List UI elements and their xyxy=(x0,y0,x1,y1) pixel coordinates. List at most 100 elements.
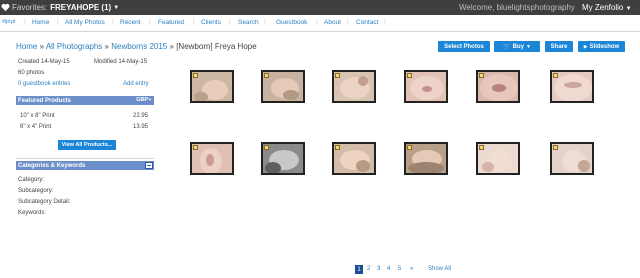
selection-icon[interactable] xyxy=(479,73,484,78)
categories-header: Categories & Keywords xyxy=(16,161,154,170)
nav-divider: | xyxy=(316,18,318,25)
share-label: Share xyxy=(550,43,568,50)
breadcrumb-separator: » xyxy=(39,42,45,51)
subcategory-detail-label: Subcategory Detail: xyxy=(18,199,71,205)
photo-thumbnail[interactable] xyxy=(404,70,448,103)
nav-divider: | xyxy=(57,18,59,25)
currency-label: GBP xyxy=(136,97,149,103)
select-photos-label: Select Photos xyxy=(444,43,484,50)
breadcrumb: Home » All Photographs » Newborns 2015 »… xyxy=(16,42,257,51)
selection-icon[interactable] xyxy=(335,145,340,150)
breadcrumb-separator: » xyxy=(169,42,174,51)
site-logo[interactable]: #lpl.pt xyxy=(2,19,15,25)
page-link[interactable]: 2 xyxy=(367,266,370,272)
page-link-current[interactable]: 1 xyxy=(355,265,363,274)
divider xyxy=(16,158,154,159)
photo-thumbnail[interactable] xyxy=(332,70,376,103)
breadcrumb-home[interactable]: Home xyxy=(16,42,37,51)
chevron-down-icon: ▼ xyxy=(525,43,531,50)
selection-icon[interactable] xyxy=(193,73,198,78)
nav-divider: | xyxy=(112,18,114,25)
collapse-icon[interactable] xyxy=(145,162,153,169)
selection-icon[interactable] xyxy=(193,145,198,150)
add-entry-link[interactable]: Add entry xyxy=(123,81,149,87)
buy-label: Buy xyxy=(512,43,524,50)
chevron-down-icon[interactable]: ▼ xyxy=(113,5,119,11)
buy-button[interactable]: 🛒 Buy ▼ xyxy=(494,41,540,52)
nav-divider: | xyxy=(193,18,195,25)
nav-guestbook[interactable]: Guestbook xyxy=(276,19,307,26)
my-zenfolio-label: My Zenfolio xyxy=(582,3,624,12)
selection-icon[interactable] xyxy=(264,73,269,78)
currency-selector[interactable]: GBP▼ xyxy=(136,97,152,103)
show-all-link[interactable]: Show All xyxy=(428,266,451,272)
nav-home[interactable]: Home xyxy=(32,19,49,26)
product-price: 22.95 xyxy=(133,113,149,119)
selection-icon[interactable] xyxy=(553,145,558,150)
keywords-label: Keywords: xyxy=(18,210,47,216)
photo-count: 60 photos xyxy=(18,70,45,76)
next-page-link[interactable]: » xyxy=(410,266,413,272)
selection-icon[interactable] xyxy=(553,73,558,78)
nav-contact[interactable]: Contact xyxy=(356,19,378,26)
selection-icon[interactable] xyxy=(264,145,269,150)
nav-divider: | xyxy=(264,18,266,25)
nav-recent[interactable]: Recent xyxy=(120,19,141,26)
breadcrumb-separator: » xyxy=(104,42,109,51)
share-button[interactable]: Share xyxy=(545,41,573,52)
main-nav: #lpl.pt | Home | All My Photos | Recent … xyxy=(0,15,640,32)
photo-thumbnail[interactable] xyxy=(261,70,305,103)
nav-divider: | xyxy=(229,18,231,25)
selection-icon[interactable] xyxy=(479,145,484,150)
nav-about[interactable]: About xyxy=(324,19,341,26)
favorites-label: Favorites: xyxy=(12,3,48,12)
breadcrumb-all-photographs[interactable]: All Photographs xyxy=(46,42,102,51)
page-link[interactable]: 3 xyxy=(377,266,380,272)
chevron-down-icon: ▼ xyxy=(625,6,632,12)
select-photos-button[interactable]: Select Photos xyxy=(438,41,490,52)
nav-divider: | xyxy=(347,18,349,25)
photo-thumbnail[interactable] xyxy=(476,70,520,103)
featured-products-title: Featured Products xyxy=(18,97,72,104)
slideshow-button[interactable]: ▶ Slideshow xyxy=(578,41,625,52)
heart-icon[interactable] xyxy=(1,3,10,12)
photo-thumbnail[interactable] xyxy=(476,142,520,175)
photo-thumbnail[interactable] xyxy=(550,70,594,103)
page-title: [Newborn] Freya Hope xyxy=(176,42,257,51)
view-all-products-button[interactable]: View All Products... xyxy=(58,140,116,150)
nav-divider: | xyxy=(149,18,151,25)
photo-thumbnail[interactable] xyxy=(190,142,234,175)
play-icon: ▶ xyxy=(583,43,588,50)
selection-icon[interactable] xyxy=(335,73,340,78)
product-name[interactable]: 10" x 8" Print xyxy=(20,113,55,119)
nav-divider: | xyxy=(384,18,386,25)
modified-date: Modified 14-May-15 xyxy=(94,59,148,65)
guestbook-entries-link[interactable]: 0 guestbook entries xyxy=(18,81,70,87)
subcategory-label: Subcategory: xyxy=(18,188,54,194)
nav-search[interactable]: Search xyxy=(238,19,259,26)
page-link[interactable]: 5 xyxy=(398,266,401,272)
photo-thumbnail[interactable] xyxy=(332,142,376,175)
selection-icon[interactable] xyxy=(407,73,412,78)
welcome-text: Welcome, bluelightsphotography xyxy=(459,3,575,12)
my-zenfolio-menu[interactable]: My Zenfolio ▼ xyxy=(582,3,632,12)
photo-thumbnail[interactable] xyxy=(190,70,234,103)
category-label: Category: xyxy=(18,177,45,183)
nav-all-my-photos[interactable]: All My Photos xyxy=(65,19,105,26)
slideshow-label: Slideshow xyxy=(589,43,620,50)
nav-divider: | xyxy=(24,18,26,25)
product-price: 13.95 xyxy=(133,124,149,130)
nav-featured[interactable]: Featured xyxy=(158,19,184,26)
selection-icon[interactable] xyxy=(407,145,412,150)
page-link[interactable]: 4 xyxy=(387,266,390,272)
product-name[interactable]: 6" x 4" Print xyxy=(20,124,51,130)
view-all-products-label: View All Products... xyxy=(61,142,113,148)
favorites-name[interactable]: FREYAHOPE (1) xyxy=(50,3,111,12)
photo-thumbnail[interactable] xyxy=(261,142,305,175)
photo-thumbnail[interactable] xyxy=(404,142,448,175)
nav-clients[interactable]: Clients xyxy=(201,19,221,26)
breadcrumb-newborns[interactable]: Newborns 2015 xyxy=(111,42,167,51)
featured-products-header: Featured Products GBP▼ xyxy=(16,96,154,105)
top-bar: Favorites: FREYAHOPE (1) ▼ Welcome, blue… xyxy=(0,0,640,15)
photo-thumbnail[interactable] xyxy=(550,142,594,175)
